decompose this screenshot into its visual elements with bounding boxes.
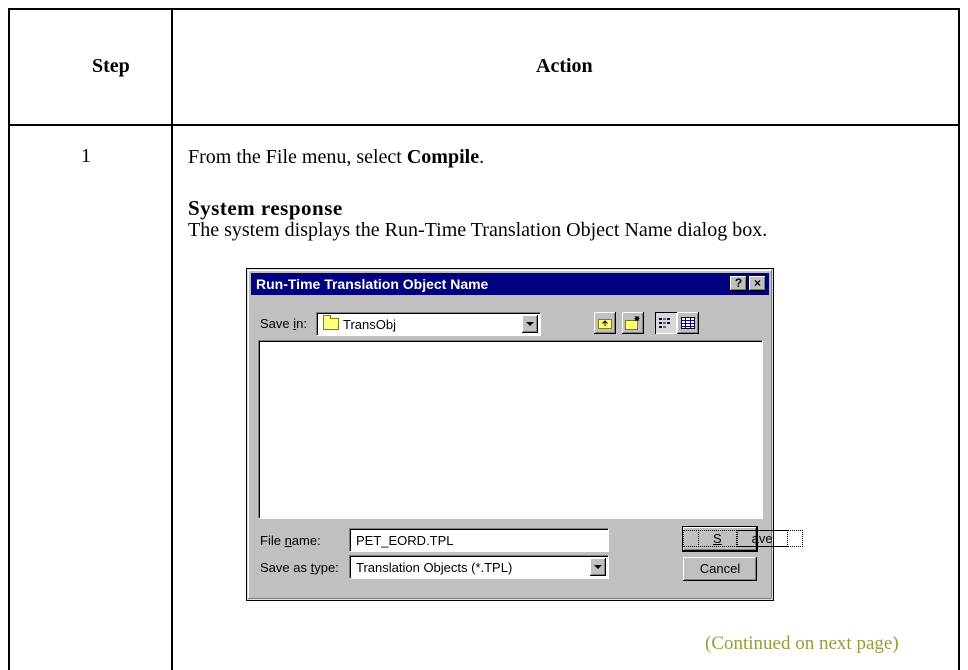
header-divider [8,124,960,126]
dialog-titlebar: Run-Time Translation Object Name ? × [251,273,769,295]
step-number: 1 [81,145,91,167]
details-view-button[interactable] [677,312,699,334]
chevron-down-icon[interactable] [522,315,538,333]
list-view-button[interactable] [655,312,677,334]
new-folder-button[interactable] [622,312,644,334]
save-type-select[interactable]: Translation Objects (*.TPL) [349,555,609,579]
file-name-label: File name: [260,533,321,548]
save-type-label: Save as type: [260,560,339,575]
header-step: Step [92,55,130,77]
up-folder-button[interactable] [594,312,616,334]
continued-note: (Continued on next page) [705,633,899,654]
system-response-title: System response [188,196,343,220]
save-in-value: TransObj [343,317,396,332]
details-view-icon [681,317,695,329]
up-folder-icon [598,319,612,329]
close-button[interactable]: × [749,276,766,291]
save-type-value: Translation Objects (*.TPL) [356,560,513,575]
header-action: Action [536,55,593,77]
instruction-bold: Compile [406,146,480,168]
file-name-value: PET_EORD.TPL [356,533,454,548]
chevron-down-icon[interactable] [590,558,606,576]
file-name-input[interactable]: PET_EORD.TPL [349,528,609,552]
save-in-label: Save in: [260,316,307,331]
list-view-icon [659,318,670,328]
instruction-suffix: . [479,146,485,168]
cancel-button[interactable]: Cancel [683,557,757,581]
file-list[interactable] [258,340,763,519]
save-dialog: Run-Time Translation Object Name ? × Sav… [246,268,803,601]
instruction-prefix: From the File menu, select [188,146,407,168]
folder-icon [323,315,339,330]
column-divider [171,8,173,670]
save-button[interactable]: Save [682,526,803,552]
system-response-text: The system displays the Run-Time Transla… [188,219,768,241]
help-button[interactable]: ? [730,276,747,291]
dialog-title: Run-Time Translation Object Name [256,276,489,292]
instruction: From the File menu, select Compile. [188,146,484,169]
new-folder-icon [625,316,640,330]
save-in-select[interactable]: TransObj [316,312,541,336]
